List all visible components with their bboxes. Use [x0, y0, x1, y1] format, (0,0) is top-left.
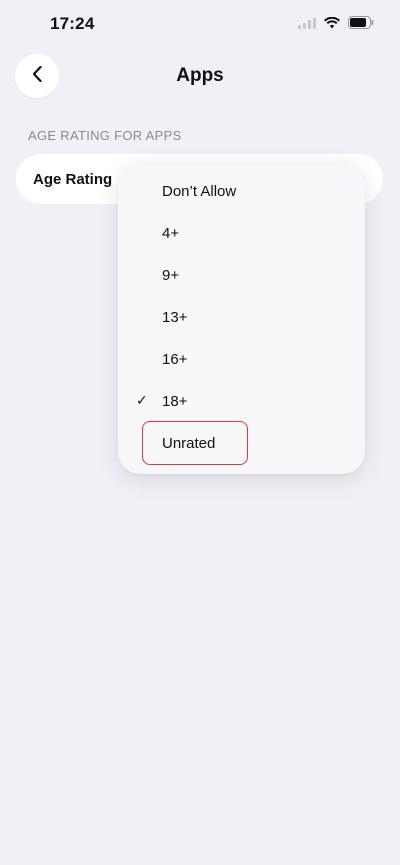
page-title: Apps — [176, 65, 224, 86]
signal-icon — [298, 17, 316, 29]
age-rating-label: Age Rating — [33, 171, 113, 188]
section-label: AGE RATING FOR APPS — [28, 128, 182, 143]
unrated-highlight-box — [142, 421, 248, 465]
menu-item-13plus[interactable]: 13+ — [118, 297, 365, 337]
checkmark-icon: ✓ — [136, 392, 148, 408]
menu-item-label: 13+ — [162, 309, 188, 326]
menu-item-16plus[interactable]: 16+ — [118, 339, 365, 379]
menu-item-9plus[interactable]: 9+ — [118, 255, 365, 295]
menu-item-label: 4+ — [162, 225, 180, 242]
status-icons — [298, 16, 374, 29]
wifi-icon — [324, 16, 340, 29]
status-bar: 17:24 — [0, 0, 400, 48]
menu-item-label: 9+ — [162, 267, 180, 284]
menu-item-dont-allow[interactable]: Don’t Allow — [118, 171, 365, 211]
menu-item-label: Don’t Allow — [162, 183, 237, 200]
menu-item-4plus[interactable]: 4+ — [118, 213, 365, 253]
menu-item-label: 16+ — [162, 351, 188, 368]
status-time: 17:24 — [50, 14, 95, 33]
menu-item-label: 18+ — [162, 393, 188, 410]
battery-icon — [348, 16, 374, 29]
menu-item-18plus[interactable]: ✓ 18+ — [118, 381, 365, 421]
